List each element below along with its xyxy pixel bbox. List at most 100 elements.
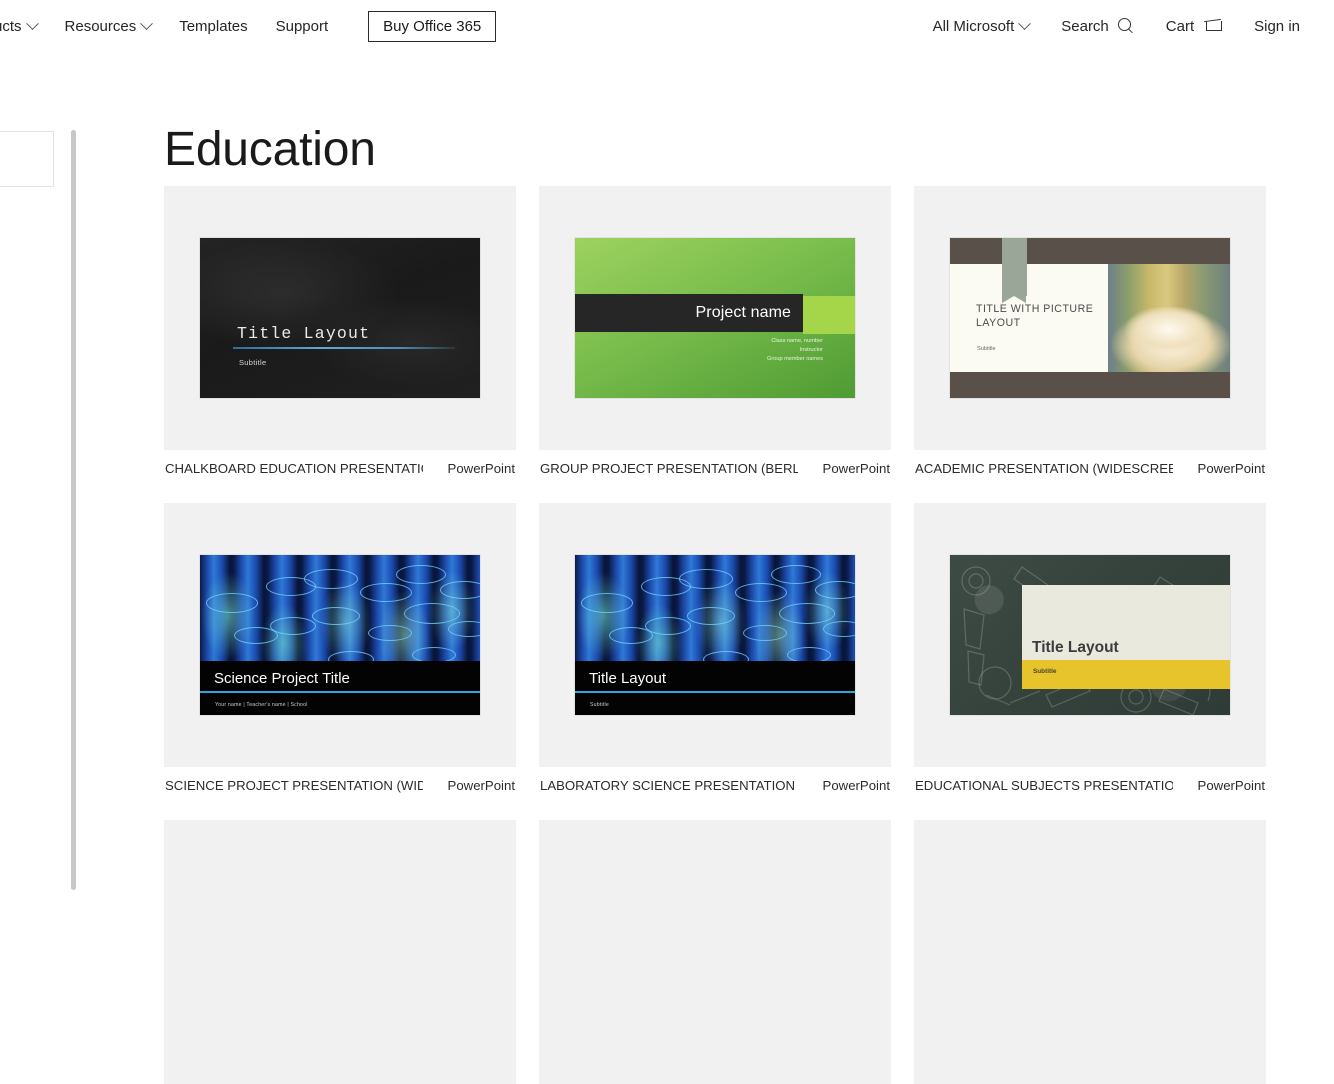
slide-title: Project name bbox=[695, 304, 791, 321]
scrollbar-thumb[interactable] bbox=[71, 130, 76, 890]
nav-item-label: Sign in bbox=[1254, 17, 1300, 35]
template-grid: Title Layout Subtitle CHALKBOARD EDUCATI… bbox=[164, 186, 1274, 1084]
template-thumbnail[interactable]: Title Layout Subtitle bbox=[539, 503, 891, 767]
template-thumbnail[interactable]: Project name Class name, number Instruct… bbox=[539, 186, 891, 450]
template-app: PowerPoint bbox=[1197, 778, 1265, 793]
chevron-down-icon bbox=[1018, 16, 1032, 30]
tube-rim bbox=[360, 583, 412, 602]
slide-title: Science Project Title bbox=[214, 670, 350, 687]
slide-photo-book bbox=[1108, 264, 1230, 376]
slide-bottom-bar bbox=[950, 372, 1230, 398]
slide-meta-line: Class name, number bbox=[771, 338, 823, 344]
template-name: SCIENCE PROJECT PRESENTATION (WIDESC... bbox=[165, 778, 423, 793]
slide-preview-academic: TITLE WITH PICTURE LAYOUT Subtitle bbox=[950, 238, 1230, 398]
nav-item-label: Search bbox=[1061, 17, 1109, 35]
template-name: EDUCATIONAL SUBJECTS PRESENTATION, C... bbox=[915, 778, 1173, 793]
cart-icon[interactable] bbox=[1204, 19, 1223, 34]
card-caption: CHALKBOARD EDUCATION PRESENTATION (... P… bbox=[164, 450, 516, 476]
slide-meta-line: Group member names bbox=[767, 356, 823, 363]
template-card-placeholder[interactable] bbox=[164, 820, 516, 1084]
nav-item-resources[interactable]: Resources bbox=[51, 0, 166, 52]
slide-title: Title Layout bbox=[589, 670, 666, 687]
template-card-group-project[interactable]: Project name Class name, number Instruct… bbox=[539, 186, 891, 476]
tube-rim bbox=[823, 621, 855, 637]
tube-rim bbox=[735, 583, 787, 602]
slide-title: Title Layout bbox=[237, 324, 371, 343]
slide-subtitle: Your name | Teacher's name | School bbox=[215, 702, 308, 708]
top-navigation-bar: ucts Resources Templates Support Buy Off… bbox=[0, 0, 1334, 52]
template-app: PowerPoint bbox=[447, 461, 515, 476]
slide-meta-lines: Class name, number Instructor Group memb… bbox=[767, 337, 823, 364]
tube-rim bbox=[396, 565, 446, 584]
nav-item-all-microsoft[interactable]: All Microsoft bbox=[917, 0, 1046, 52]
nav-item-label: Resources bbox=[64, 17, 137, 35]
nav-item-label: All Microsoft bbox=[932, 17, 1015, 35]
card-caption: GROUP PROJECT PRESENTATION (BERLIN T... … bbox=[539, 450, 891, 476]
tube-rim bbox=[679, 569, 733, 589]
template-card-science-project[interactable]: Science Project Title Your name | Teache… bbox=[164, 503, 516, 793]
card-caption: SCIENCE PROJECT PRESENTATION (WIDESC... … bbox=[164, 767, 516, 793]
tube-rim bbox=[368, 625, 412, 641]
slide-preview-subjects: Title Layout Subtitle bbox=[950, 555, 1230, 715]
slide-accent-line bbox=[200, 691, 480, 693]
nav-item-label: Templates bbox=[179, 17, 248, 35]
template-thumbnail[interactable]: Science Project Title Your name | Teache… bbox=[164, 503, 516, 767]
template-thumbnail[interactable]: TITLE WITH PICTURE LAYOUT Subtitle bbox=[914, 186, 1266, 450]
slide-accent-chip bbox=[803, 296, 855, 334]
slide-preview-test-tubes: Science Project Title Your name | Teache… bbox=[200, 555, 480, 715]
template-thumbnail[interactable]: Title Layout Subtitle bbox=[914, 503, 1266, 767]
slide-preview-green-berlin: Project name Class name, number Instruct… bbox=[575, 238, 855, 398]
page-title: Education bbox=[164, 123, 376, 177]
slide-top-bar bbox=[950, 238, 1230, 264]
slide-ribbon bbox=[1002, 238, 1027, 303]
tube-rim bbox=[206, 593, 258, 613]
nav-item-label: Cart bbox=[1165, 17, 1195, 35]
card-caption: LABORATORY SCIENCE PRESENTATION (WID... … bbox=[539, 767, 891, 793]
template-card-placeholder[interactable] bbox=[539, 820, 891, 1084]
left-panel-stub bbox=[0, 131, 54, 187]
slide-meta-line: Instructor bbox=[799, 347, 823, 354]
template-card-educational-subjects[interactable]: Title Layout Subtitle EDUCATIONAL SUBJEC… bbox=[914, 503, 1266, 793]
slide-accent-line bbox=[575, 691, 855, 693]
card-caption: EDUCATIONAL SUBJECTS PRESENTATION, C... … bbox=[914, 767, 1266, 793]
template-app: PowerPoint bbox=[1197, 461, 1265, 476]
tube-rim bbox=[404, 603, 460, 624]
chevron-down-icon bbox=[140, 16, 154, 30]
slide-preview-test-tubes: Title Layout Subtitle bbox=[575, 555, 855, 715]
nav-item-products[interactable]: ucts bbox=[0, 0, 51, 52]
template-app: PowerPoint bbox=[822, 461, 890, 476]
template-name: GROUP PROJECT PRESENTATION (BERLIN T... bbox=[540, 461, 798, 476]
slide-subtitle: Subtitle bbox=[590, 702, 609, 708]
tube-rim bbox=[743, 625, 787, 641]
nav-item-support[interactable]: Support bbox=[262, 0, 343, 52]
search-icon[interactable] bbox=[1117, 18, 1134, 34]
nav-item-templates[interactable]: Templates bbox=[165, 0, 261, 52]
tube-rim bbox=[304, 569, 358, 589]
template-card-placeholder[interactable] bbox=[914, 820, 1266, 1084]
card-caption: ACADEMIC PRESENTATION (WIDESCREEN) Power… bbox=[914, 450, 1266, 476]
template-thumbnail[interactable] bbox=[914, 820, 1266, 1084]
template-card-academic[interactable]: TITLE WITH PICTURE LAYOUT Subtitle ACADE… bbox=[914, 186, 1266, 476]
tube-rim bbox=[771, 565, 821, 584]
nav-item-sign-in[interactable]: Sign in bbox=[1238, 0, 1316, 52]
template-name: LABORATORY SCIENCE PRESENTATION (WID... bbox=[540, 778, 798, 793]
nav-right-group: All Microsoft Search Cart Sign in bbox=[917, 0, 1316, 52]
slide-subtitle: Subtitle bbox=[977, 346, 996, 352]
tube-rim bbox=[687, 607, 735, 625]
tube-rim bbox=[270, 617, 316, 635]
nav-item-search[interactable]: Search bbox=[1045, 0, 1150, 52]
chevron-down-icon bbox=[25, 16, 39, 30]
template-thumbnail[interactable] bbox=[164, 820, 516, 1084]
slide-title: TITLE WITH PICTURE LAYOUT bbox=[976, 303, 1094, 329]
tube-rim bbox=[779, 603, 835, 624]
template-thumbnail[interactable] bbox=[539, 820, 891, 1084]
slide-title-bar: Project name bbox=[575, 294, 803, 332]
buy-office-365-button[interactable]: Buy Office 365 bbox=[368, 10, 497, 42]
slide-title: Title Layout bbox=[1032, 639, 1119, 656]
template-thumbnail[interactable]: Title Layout Subtitle bbox=[164, 186, 516, 450]
template-name: CHALKBOARD EDUCATION PRESENTATION (... bbox=[165, 461, 423, 476]
template-card-chalkboard[interactable]: Title Layout Subtitle CHALKBOARD EDUCATI… bbox=[164, 186, 516, 476]
nav-item-cart[interactable]: Cart bbox=[1150, 0, 1238, 52]
template-app: PowerPoint bbox=[447, 778, 515, 793]
template-card-laboratory-science[interactable]: Title Layout Subtitle LABORATORY SCIENCE… bbox=[539, 503, 891, 793]
